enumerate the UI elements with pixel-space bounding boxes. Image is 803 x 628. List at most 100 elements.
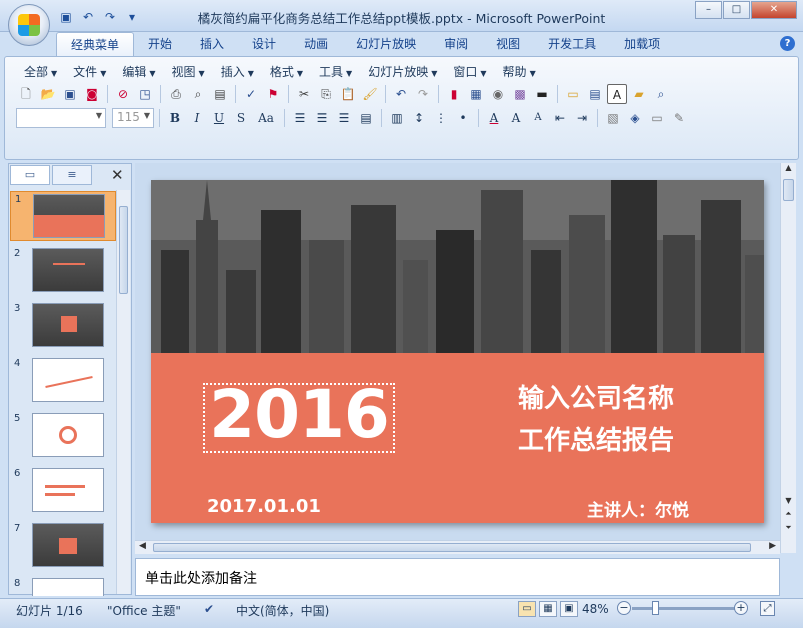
menu-tools[interactable]: 工具 ▼	[311, 63, 360, 80]
line-spacing-icon[interactable]: ↕	[409, 108, 429, 128]
zoom-out-icon[interactable]: −	[617, 601, 631, 615]
scroll-left-icon[interactable]: ◀	[139, 541, 146, 551]
decrease-indent-icon[interactable]: ⇤	[550, 108, 570, 128]
picture-icon[interactable]: ▩	[510, 84, 530, 104]
menu-edit[interactable]: 编辑 ▼	[114, 63, 163, 80]
speaker-text[interactable]: 主讲人：尔悦	[587, 496, 689, 521]
copy-icon[interactable]: ⎘	[316, 84, 336, 104]
textbox-a-icon[interactable]: A	[607, 84, 627, 104]
paste-icon[interactable]: 📋	[338, 84, 358, 104]
cut-icon[interactable]: ✂	[294, 84, 314, 104]
spell-icon[interactable]: ✓	[241, 84, 261, 104]
shrink-font-icon[interactable]: A	[528, 108, 548, 128]
scroll-thumb[interactable]	[119, 206, 128, 294]
folder-icon[interactable]: ▰	[629, 84, 649, 104]
scroll-thumb[interactable]	[153, 543, 751, 552]
justify-icon[interactable]: ▤	[356, 108, 376, 128]
tab-design[interactable]: 设计	[238, 32, 290, 56]
new-icon[interactable]: 🗋	[16, 84, 36, 104]
tab-home[interactable]: 开始	[134, 32, 186, 56]
find-icon[interactable]: ⌕	[651, 84, 671, 104]
scroll-thumb[interactable]	[783, 179, 794, 201]
align-right-icon[interactable]: ☰	[334, 108, 354, 128]
shadow-icon[interactable]: S	[231, 108, 251, 128]
font-color-icon[interactable]: A	[484, 108, 504, 128]
align-left-icon[interactable]: ☰	[290, 108, 310, 128]
notes-placeholder[interactable]: 单击此处添加备注	[145, 568, 257, 588]
arrange-icon[interactable]: ▧	[603, 108, 623, 128]
table-icon[interactable]: ▦	[466, 84, 486, 104]
slide-thumbnail[interactable]: 4	[10, 356, 116, 406]
font-name-select[interactable]: ▼	[16, 108, 106, 128]
menu-slideshow[interactable]: 幻灯片放映 ▼	[360, 63, 445, 80]
slide-thumbnail[interactable]: 8	[10, 576, 116, 596]
bold-icon[interactable]: B	[165, 108, 185, 128]
previous-slide-icon[interactable]: ⏶	[782, 509, 795, 523]
menu-all[interactable]: 全部 ▼	[16, 63, 65, 80]
font-size-select[interactable]: 115 ▼	[112, 108, 154, 128]
slide-thumbnail[interactable]: 3	[10, 301, 116, 351]
permission-icon[interactable]: ⊘	[113, 84, 133, 104]
normal-view-icon[interactable]: ▭	[518, 601, 536, 617]
menu-window[interactable]: 窗口 ▼	[445, 63, 494, 80]
undo-icon[interactable]: ↶	[391, 84, 411, 104]
grow-font-icon[interactable]: A	[506, 108, 526, 128]
tab-developer[interactable]: 开发工具	[534, 32, 610, 56]
menu-insert[interactable]: 插入 ▼	[213, 63, 262, 80]
date-text[interactable]: 2017.01.01	[207, 496, 321, 517]
save-icon[interactable]: ▣	[60, 84, 80, 104]
chart-icon[interactable]: ▮	[444, 84, 464, 104]
tab-view[interactable]: 视图	[482, 32, 534, 56]
slide-sorter-icon[interactable]: ▦	[539, 601, 557, 617]
office-button[interactable]	[8, 4, 50, 46]
report-title-text[interactable]: 工作总结报告	[491, 420, 701, 457]
maximize-button[interactable]: □	[723, 1, 750, 19]
company-name-text[interactable]: 输入公司名称	[491, 378, 701, 415]
zoom-in-icon[interactable]: +	[734, 601, 748, 615]
close-button[interactable]: ✕	[751, 1, 797, 19]
change-case-icon[interactable]: Aa	[253, 108, 279, 128]
spell-check-icon[interactable]: ✔	[204, 602, 214, 616]
shape-outline-icon[interactable]: ✎	[669, 108, 689, 128]
fit-to-window-icon[interactable]: ⤢	[760, 601, 775, 616]
underline-icon[interactable]: U	[209, 108, 229, 128]
print-icon[interactable]: ⎙	[166, 84, 186, 104]
vertical-scrollbar[interactable]: ▲ ▼ ⏶ ⏷	[780, 163, 796, 553]
publish-icon[interactable]: ◳	[135, 84, 155, 104]
close-icon[interactable]: ✕	[111, 166, 124, 184]
menu-file[interactable]: 文件 ▼	[65, 63, 114, 80]
shape-fill-icon[interactable]: ▭	[647, 108, 667, 128]
tab-review[interactable]: 审阅	[430, 32, 482, 56]
thesaurus-icon[interactable]: ⚑	[263, 84, 283, 104]
increase-indent-icon[interactable]: ⇥	[572, 108, 592, 128]
slides-tab[interactable]: ▭	[10, 165, 50, 185]
redo-icon[interactable]: ↷	[413, 84, 433, 104]
horizontal-scrollbar[interactable]: ◀ ▶	[135, 540, 780, 554]
tab-classic-menu[interactable]: 经典菜单	[56, 32, 135, 56]
minimize-button[interactable]: –	[695, 1, 722, 19]
zoom-level[interactable]: 48%	[582, 602, 609, 616]
print-preview-icon[interactable]: ⌕	[188, 84, 208, 104]
zoom-slider[interactable]	[632, 607, 736, 610]
scroll-down-icon[interactable]: ▼	[782, 496, 795, 508]
help-icon[interactable]: ?	[780, 36, 795, 51]
language-indicator[interactable]: 中文(简体，中国)	[236, 602, 329, 619]
slideshow-view-icon[interactable]: ▣	[560, 601, 578, 617]
clipart-icon[interactable]: ◉	[488, 84, 508, 104]
new-slide-icon[interactable]: ▭	[563, 84, 583, 104]
zoom-slider-thumb[interactable]	[652, 601, 659, 615]
slide-thumbnail[interactable]: 1	[10, 191, 116, 241]
pdf-icon[interactable]: ◙	[82, 84, 102, 104]
menu-view[interactable]: 视图 ▼	[164, 63, 213, 80]
tab-animation[interactable]: 动画	[290, 32, 342, 56]
slide-thumbnail[interactable]: 7	[10, 521, 116, 571]
tab-addins[interactable]: 加载项	[610, 32, 674, 56]
next-slide-icon[interactable]: ⏷	[782, 523, 795, 537]
quick-styles-icon[interactable]: ◈	[625, 108, 645, 128]
align-center-icon[interactable]: ☰	[312, 108, 332, 128]
columns-icon[interactable]: ▥	[387, 108, 407, 128]
shape-icon[interactable]: ▬	[532, 84, 552, 104]
open-icon[interactable]: 📂	[38, 84, 58, 104]
outline-tab[interactable]: ≡	[52, 165, 92, 185]
format-painter-icon[interactable]: 🖌	[360, 84, 380, 104]
